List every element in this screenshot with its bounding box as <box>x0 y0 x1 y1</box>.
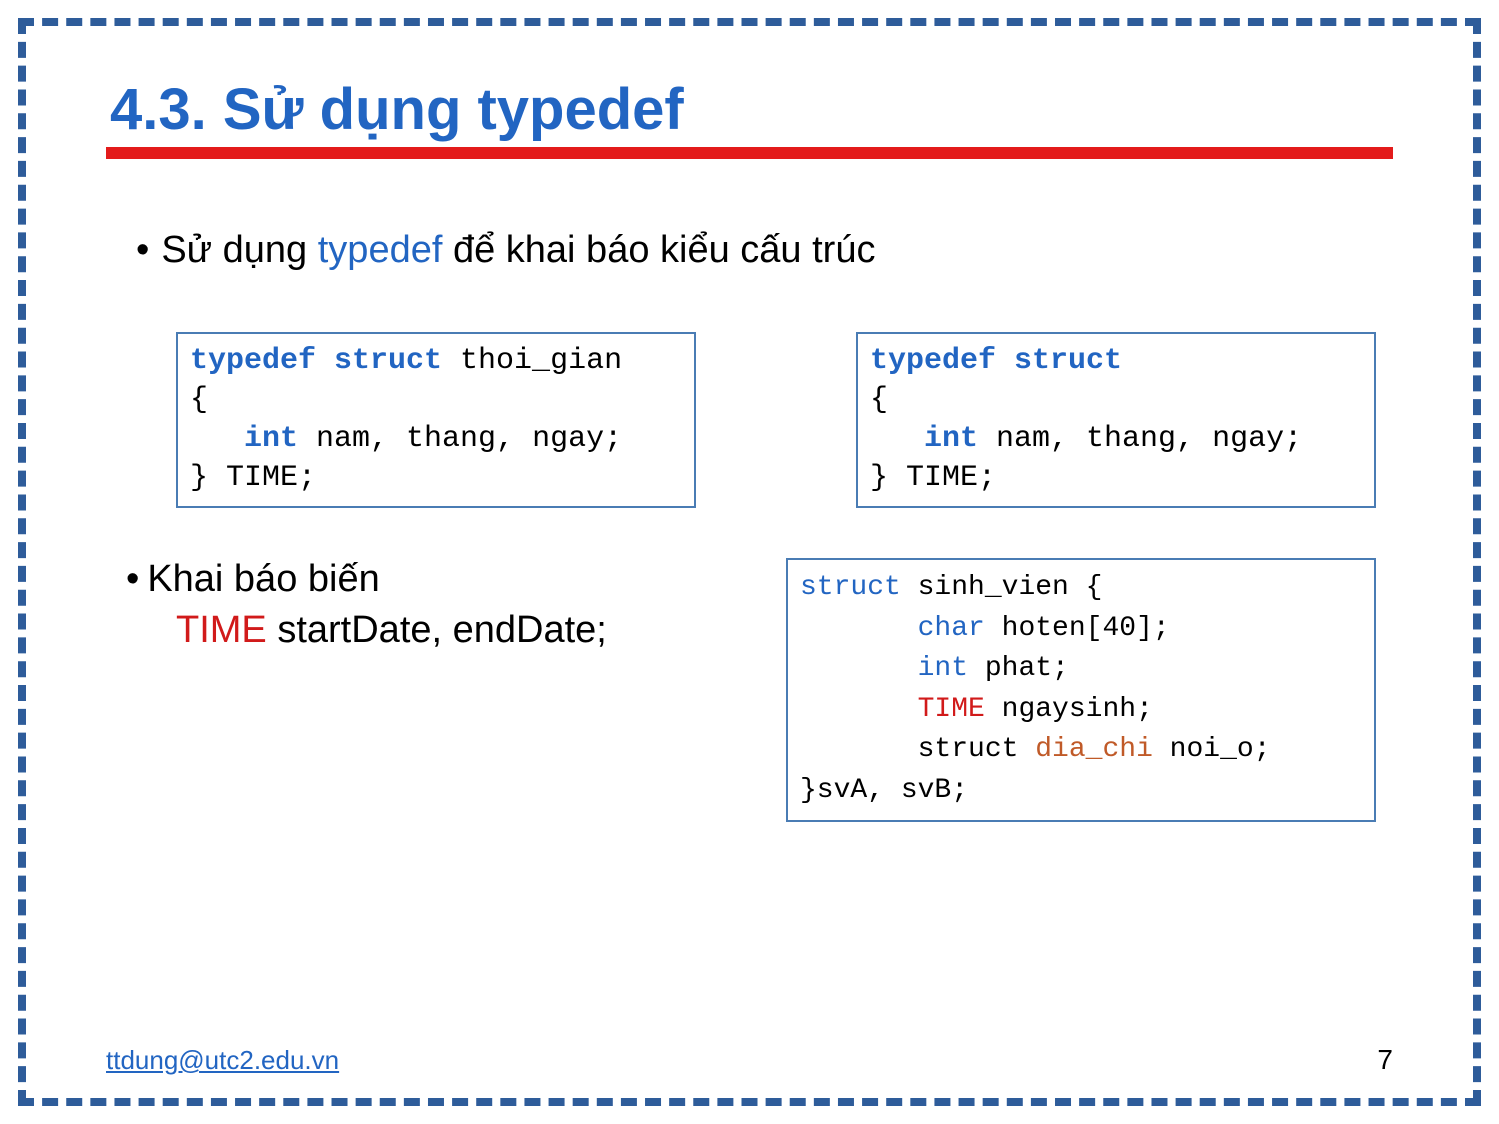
bullet2-text: Khai báo biến <box>147 558 379 600</box>
code1-name: thoi_gian <box>442 344 622 378</box>
code3-l6: }svA, svB; <box>800 775 968 806</box>
bullet-typedef-intro: • Sử dụng typedef để khai báo kiểu cấu tr… <box>136 229 1393 272</box>
code3-l4a <box>800 694 918 725</box>
code3-name: sinh_vien { <box>901 572 1103 603</box>
code3-int: int <box>918 653 968 684</box>
code3-l5a: struct <box>800 734 1035 765</box>
code1-l2: { <box>190 383 208 417</box>
code1-kw: typedef struct <box>190 344 442 378</box>
bullet-dot-icon: • <box>136 229 149 271</box>
bullet-dot-icon: • <box>126 558 139 600</box>
decl-type: TIME <box>176 609 267 651</box>
slide-title: 4.3. Sử dụng typedef <box>106 76 1393 143</box>
slide-frame: 4.3. Sử dụng typedef • Sử dụng typedef để… <box>18 18 1481 1106</box>
code2-l3a <box>870 422 924 456</box>
code3-diachi: dia_chi <box>1035 734 1153 765</box>
code1-l3a <box>190 422 244 456</box>
footer-email[interactable]: ttdung@utc2.edu.vn <box>106 1045 339 1076</box>
code-box-sinhvien: struct sinh_vien { char hoten[40]; int p… <box>786 558 1376 822</box>
left-declaration-col: •Khai báo biến TIME startDate, endDate; <box>106 558 746 652</box>
code3-l2c: hoten[40]; <box>985 613 1170 644</box>
code1-l3c: nam, thang, ngay; <box>298 422 622 456</box>
code3-struct: struct <box>800 572 901 603</box>
slide-footer: ttdung@utc2.edu.vn 7 <box>106 1044 1393 1076</box>
decl-vars: startDate, endDate; <box>267 609 607 651</box>
code2-kw: typedef struct <box>870 344 1122 378</box>
code3-l3c: phat; <box>968 653 1069 684</box>
code-row-typedefs: typedef struct thoi_gian { int nam, than… <box>176 332 1393 508</box>
code-box-typedef-anon: typedef struct { int nam, thang, ngay; }… <box>856 332 1376 508</box>
code2-int: int <box>924 422 978 456</box>
code3-l4c: ngaysinh; <box>985 694 1153 725</box>
bullet1-pre: Sử dụng <box>161 229 317 271</box>
code3-l2a <box>800 613 918 644</box>
bullet1-post: để khai báo kiểu cấu trúc <box>442 229 875 271</box>
row-declaration-and-struct: •Khai báo biến TIME startDate, endDate; … <box>106 558 1393 822</box>
bullet-var-decl: •Khai báo biến <box>126 558 746 601</box>
code3-char: char <box>918 613 985 644</box>
code-box-typedef-named: typedef struct thoi_gian { int nam, than… <box>176 332 696 508</box>
code2-l2: { <box>870 383 888 417</box>
title-underline <box>106 147 1393 159</box>
code2-l4: } TIME; <box>870 461 996 495</box>
time-declaration: TIME startDate, endDate; <box>176 609 746 652</box>
code1-l4: } TIME; <box>190 461 316 495</box>
page-number: 7 <box>1377 1044 1393 1076</box>
code3-l3a <box>800 653 918 684</box>
bullet1-keyword: typedef <box>318 229 443 271</box>
code3-time: TIME <box>918 694 985 725</box>
code1-int: int <box>244 422 298 456</box>
code2-l3c: nam, thang, ngay; <box>978 422 1302 456</box>
code3-l5c: noi_o; <box>1153 734 1271 765</box>
